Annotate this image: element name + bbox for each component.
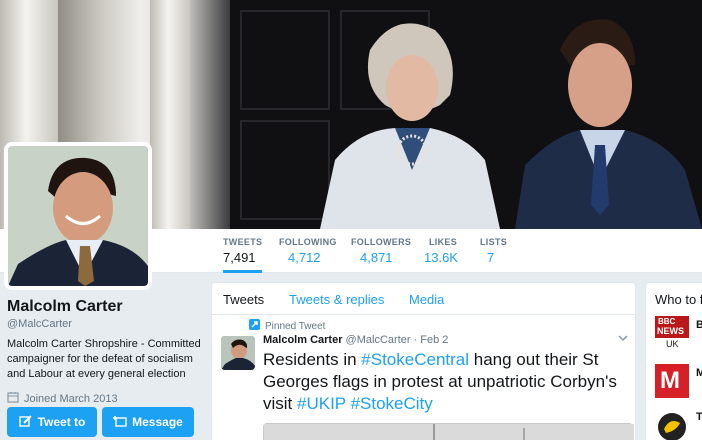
who-to-follow-title: Who to f	[655, 292, 702, 307]
stat-value: 13.6K	[424, 250, 458, 265]
banner-column	[150, 0, 190, 229]
profile-name[interactable]: Malcolm Carter	[7, 298, 202, 316]
who-to-follow: Who to f BBC NEWS UK B M M T	[645, 282, 702, 440]
hashtag-link[interactable]: #StokeCity	[351, 394, 433, 413]
tweet-date[interactable]: Feb 2	[420, 334, 448, 346]
stat-label: FOLLOWING	[279, 237, 337, 247]
tweet-to-label: Tweet to	[37, 415, 86, 429]
stat-label: LISTS	[480, 237, 508, 247]
stat-followers[interactable]: FOLLOWERS 4,871	[351, 237, 411, 265]
tweet-text-segment: Residents in	[263, 350, 362, 369]
suggestion-avatar-bbc[interactable]: BBC NEWS UK	[654, 315, 690, 351]
stat-label: LIKES	[429, 237, 458, 247]
timeline-tabs: Tweets Tweets & replies Media	[212, 283, 635, 315]
pin-icon	[249, 319, 260, 333]
stat-lists[interactable]: LISTS 7	[480, 237, 507, 265]
avatar-photo	[8, 146, 148, 286]
logo-text: BBC	[658, 317, 676, 326]
tweet-avatar[interactable]	[221, 336, 255, 370]
stat-value: 4,712	[288, 250, 321, 265]
profile-card: Malcolm Carter @MalcCarter Malcolm Carte…	[7, 298, 202, 406]
message-icon	[113, 414, 127, 431]
stat-label: FOLLOWERS	[351, 237, 412, 247]
tweet-sep: ·	[413, 334, 418, 346]
tab-tweets[interactable]: Tweets	[223, 292, 264, 307]
stat-label: TWEETS	[223, 237, 263, 247]
banner-person-man	[515, 19, 702, 229]
logo-text: NEWS	[657, 326, 684, 336]
message-label: Message	[132, 415, 183, 429]
tweet-media-image[interactable]	[263, 423, 634, 440]
logo-caption: UK	[666, 339, 679, 349]
suggestion-avatar-bird[interactable]	[654, 407, 690, 440]
stat-following[interactable]: FOLLOWING 4,712	[279, 237, 337, 265]
suggestion-name[interactable]: B	[696, 319, 702, 331]
pinned-label: Pinned Tweet	[265, 320, 326, 332]
stat-tweets[interactable]: TWEETS 7,491	[223, 237, 263, 273]
timeline: Tweets Tweets & replies Media Pinned Twe…	[211, 282, 636, 440]
tweet-to-button[interactable]: Tweet to	[7, 407, 97, 437]
stat-likes[interactable]: LIKES 13.6K	[424, 237, 458, 265]
tweet-header: Malcolm Carter @MalcCarter · Feb 2	[263, 334, 448, 346]
stat-value: 4,871	[360, 250, 393, 265]
stat-value: 7	[487, 250, 495, 265]
profile-bio: Malcolm Carter Shropshire - Committed ca…	[7, 338, 201, 380]
tab-media[interactable]: Media	[409, 292, 444, 307]
joined-text: Joined March 2013	[24, 392, 118, 405]
tweet-text: Residents in #StokeCentral hang out thei…	[263, 349, 633, 415]
tweet-author[interactable]: Malcolm Carter	[263, 334, 342, 346]
message-button[interactable]: Message	[102, 407, 194, 437]
profile-avatar[interactable]	[4, 142, 152, 290]
tweet-handle[interactable]: @MalcCarter	[346, 334, 411, 346]
pinned-indicator: Pinned Tweet	[249, 319, 325, 333]
logo-text: M	[660, 367, 680, 394]
profile-handle[interactable]: @MalcCarter	[7, 318, 202, 330]
stat-value: 7,491	[223, 250, 256, 265]
hashtag-link[interactable]: #UKIP	[297, 394, 346, 413]
profile-joined: Joined March 2013	[7, 391, 202, 406]
suggestion-name[interactable]: M	[696, 367, 702, 379]
bird-logo	[654, 407, 690, 440]
chevron-down-icon[interactable]	[618, 333, 628, 346]
compose-icon	[18, 414, 33, 431]
banner-person-woman	[320, 23, 500, 229]
hashtag-link[interactable]: #StokeCentral	[361, 350, 469, 369]
suggestion-avatar-m[interactable]: M	[654, 363, 690, 399]
calendar-icon	[7, 391, 19, 406]
tab-tweets-replies[interactable]: Tweets & replies	[289, 292, 384, 307]
suggestion-name[interactable]: T	[696, 411, 702, 423]
